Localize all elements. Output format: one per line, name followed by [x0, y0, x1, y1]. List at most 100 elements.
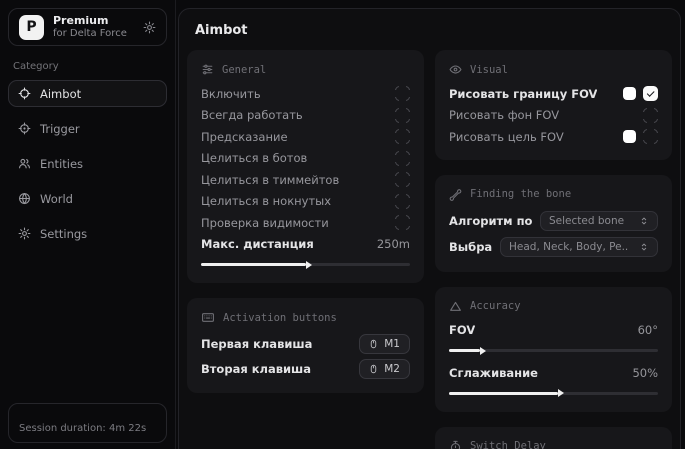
app-title: Premium: [53, 14, 127, 28]
selected-value: Head, Neck, Body, Pe..: [509, 241, 628, 253]
app-subtitle: for Delta Force: [53, 28, 127, 41]
setting-row: Вторая клавиша M2: [201, 356, 410, 381]
sidebar-item-label: Trigger: [40, 122, 80, 136]
sidebar-item-entities[interactable]: Entities: [8, 150, 167, 177]
setting-label: Макс. дистанция: [201, 237, 314, 251]
keybind-button-secondary[interactable]: M2: [359, 359, 410, 379]
color-swatch-fov-border[interactable]: [623, 87, 636, 100]
setting-row: Выбранные кос Head, Neck, Body, Pe..: [449, 234, 658, 260]
smoothing-slider[interactable]: [449, 387, 658, 400]
main-panel: Aimbot General Включить Всегда работать: [178, 8, 681, 449]
chevrons-up-down-icon: [639, 242, 649, 252]
setting-label: Включить: [201, 87, 261, 101]
color-swatch-fov-target[interactable]: [623, 130, 636, 143]
session-duration: Session duration: 4m 22s: [8, 403, 167, 443]
selected-bones-select[interactable]: Head, Neck, Body, Pe..: [500, 237, 658, 257]
setting-row: Целиться в тиммейтов: [201, 169, 410, 191]
sidebar-item-label: World: [40, 192, 73, 206]
sidebar-item-label: Entities: [40, 157, 83, 171]
panel-visual: Visual Рисовать границу FOV Рисовать фон…: [435, 50, 672, 160]
setting-row: Целиться в ботов: [201, 148, 410, 170]
gear-icon[interactable]: [143, 21, 156, 34]
setting-label: Первая клавиша: [201, 337, 312, 351]
mouse-icon: [369, 338, 378, 350]
setting-label: Сглаживание: [449, 366, 538, 380]
setting-label: FOV: [449, 323, 475, 337]
setting-row: Первая клавиша M1: [201, 331, 410, 356]
check-icon: [647, 89, 654, 96]
sliders-icon: [201, 63, 214, 76]
setting-label: Целиться в нокнутых: [201, 194, 331, 208]
fov-slider[interactable]: [449, 344, 658, 357]
setting-row: Рисовать цель FOV: [449, 126, 658, 148]
checkbox-always-work[interactable]: [395, 108, 410, 123]
mouse-icon: [369, 363, 378, 375]
section-title: Switch Delay: [470, 440, 546, 449]
panel-switch-delay: Switch Delay Задержка переключения Задер…: [435, 427, 672, 449]
panel-general: General Включить Всегда работать Предска…: [187, 50, 424, 283]
session-duration-text: Session duration: 4m 22s: [19, 423, 146, 434]
sidebar-item-settings[interactable]: Settings: [8, 220, 167, 247]
trigger-icon: [18, 122, 31, 135]
setting-row: Рисовать фон FOV: [449, 105, 658, 127]
checkbox-draw-fov-background[interactable]: [643, 108, 658, 123]
keybind-button-primary[interactable]: M1: [359, 334, 410, 354]
checkbox-visibility-check[interactable]: [395, 215, 410, 230]
setting-label: Всегда работать: [201, 108, 303, 122]
bone-icon: [449, 188, 462, 201]
setting-label: Выбранные кос: [449, 240, 492, 254]
panel-activation-buttons: Activation buttons Первая клавиша M1 Вто…: [187, 298, 424, 393]
setting-row: Целиться в нокнутых: [201, 191, 410, 213]
sidebar-item-trigger[interactable]: Trigger: [8, 115, 167, 142]
setting-row: Проверка видимости: [201, 212, 410, 234]
setting-row: Рисовать границу FOV: [449, 83, 658, 105]
triangle-icon: [449, 300, 462, 313]
setting-row: Всегда работать: [201, 105, 410, 127]
max-distance-slider[interactable]: [201, 258, 410, 271]
section-title: General: [222, 64, 266, 76]
setting-label: Целиться в ботов: [201, 151, 307, 165]
settings-gear-icon: [18, 227, 31, 240]
checkbox-aim-teammates[interactable]: [395, 172, 410, 187]
eye-icon: [449, 63, 462, 76]
globe-icon: [18, 192, 31, 205]
setting-label: Рисовать фон FOV: [449, 108, 559, 122]
premium-card: P Premium for Delta Force: [8, 8, 167, 46]
fov-value: 60°: [638, 323, 658, 337]
app-logo: P: [19, 15, 44, 40]
checkbox-aim-bots[interactable]: [395, 151, 410, 166]
max-distance-value: 250m: [377, 237, 410, 251]
setting-row: Сглаживание 50%: [449, 362, 658, 384]
checkbox-prediction[interactable]: [395, 129, 410, 144]
setting-label: Рисовать границу FOV: [449, 87, 597, 101]
keybind-value: M2: [384, 363, 400, 375]
category-label: Category: [13, 61, 162, 72]
setting-label: Рисовать цель FOV: [449, 130, 564, 144]
setting-label: Вторая клавиша: [201, 362, 311, 376]
selected-value: Selected bone: [549, 215, 624, 227]
setting-row: Макс. дистанция 250m: [201, 234, 410, 256]
sidebar-item-world[interactable]: World: [8, 185, 167, 212]
smoothing-value: 50%: [632, 366, 658, 380]
chevrons-up-down-icon: [639, 216, 649, 226]
setting-row: FOV 60°: [449, 320, 658, 342]
section-title: Finding the bone: [470, 188, 571, 200]
setting-label: Предсказание: [201, 130, 288, 144]
setting-row: Алгоритм поиска кост Selected bone: [449, 208, 658, 234]
section-title: Activation buttons: [223, 312, 337, 324]
checkbox-draw-fov-border[interactable]: [643, 86, 658, 101]
setting-label: Проверка видимости: [201, 216, 329, 230]
checkbox-aim-knocked[interactable]: [395, 194, 410, 209]
setting-label: Целиться в тиммейтов: [201, 173, 339, 187]
panel-finding-bone: Finding the bone Алгоритм поиска кост Se…: [435, 175, 672, 272]
section-title: Visual: [470, 64, 508, 76]
panel-accuracy: Accuracy FOV 60° Сглаживание 50%: [435, 287, 672, 412]
keybind-value: M1: [384, 338, 400, 350]
bone-algorithm-select[interactable]: Selected bone: [540, 211, 658, 231]
sidebar-item-aimbot[interactable]: Aimbot: [8, 80, 167, 107]
sidebar: P Premium for Delta Force Category Aimbo…: [0, 0, 176, 449]
setting-label: Алгоритм поиска кост: [449, 214, 532, 228]
checkbox-draw-fov-target[interactable]: [643, 129, 658, 144]
setting-row: Предсказание: [201, 126, 410, 148]
checkbox-enable[interactable]: [395, 86, 410, 101]
